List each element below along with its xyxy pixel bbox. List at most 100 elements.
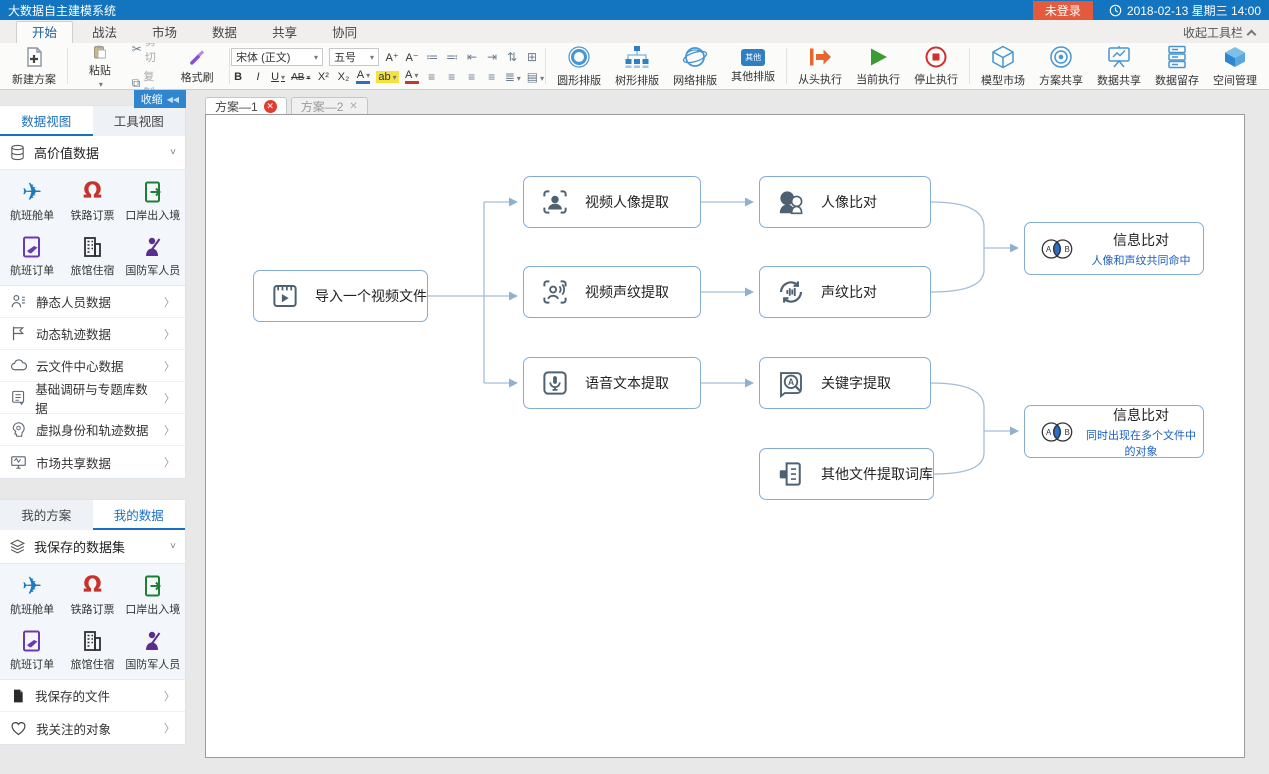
sidebar-item-followed-objects[interactable]: 我关注的对象 xyxy=(0,712,185,744)
sidebar-item-static-person-data[interactable]: 静态人员数据 xyxy=(0,286,185,318)
dataset-rail-ticket[interactable]: Ω铁路订票 xyxy=(62,572,122,617)
superscript-button[interactable]: X² xyxy=(316,71,330,83)
sidebar-item-dynamic-track-data[interactable]: 动态轨迹数据 xyxy=(0,318,185,350)
paste-button[interactable]: 粘贴 xyxy=(73,44,127,89)
outdent-icon[interactable]: ⇤ xyxy=(465,50,479,64)
dataset-border-entry[interactable]: 口岸出入境 xyxy=(123,178,183,223)
list-icon-0[interactable]: ≔ xyxy=(425,50,439,64)
venn-b-label: B xyxy=(1065,428,1070,437)
shading-icon[interactable]: ▤ xyxy=(527,70,544,84)
doc-tab-plan-1[interactable]: 方案—1 xyxy=(205,97,287,114)
dataset-hotel-stay[interactable]: 旅馆住宿 xyxy=(62,233,122,278)
dataset-military-personnel[interactable]: 国防军人员 xyxy=(123,627,183,672)
model-market-button[interactable]: 模型市场 xyxy=(975,44,1031,89)
text-effects-button[interactable]: A xyxy=(356,70,370,84)
run-from-start-button[interactable]: 从头执行 xyxy=(792,44,848,89)
tab-my-plans[interactable]: 我的方案 xyxy=(0,500,93,530)
ribbon-tab-collab[interactable]: 协同 xyxy=(316,21,373,43)
node-keyword-extract[interactable]: A 关键字提取 xyxy=(759,357,931,409)
font-size-select[interactable]: 五号 xyxy=(329,48,379,66)
sidebar-item-my-saved-files[interactable]: 我保存的文件 xyxy=(0,680,185,712)
node-video-portrait-extract[interactable]: 视频人像提取 xyxy=(523,176,701,228)
node-speech-text-extract[interactable]: 语音文本提取 xyxy=(523,357,701,409)
highlight-color-button[interactable]: ab xyxy=(376,71,398,83)
collapse-toolbar-button[interactable]: 收起工具栏 xyxy=(1183,24,1255,41)
sidebar-collapse-button[interactable]: 收缩 ◀◀ xyxy=(134,90,186,108)
format-painter-button[interactable]: 格式刷 xyxy=(170,44,224,89)
dataset-flight-manifest[interactable]: ✈航班舱单 xyxy=(2,178,62,223)
align-justify-icon[interactable]: ≡ xyxy=(485,70,499,84)
circular-layout-button[interactable]: 圆形排版 xyxy=(551,44,607,89)
tree-layout-button[interactable]: 树形排版 xyxy=(609,44,665,89)
doc-lexicon-icon xyxy=(776,459,806,489)
font-family-select[interactable]: 宋体 (正文) xyxy=(231,48,323,66)
doc-tab-plan-2[interactable]: 方案—2 xyxy=(291,97,368,114)
sort-icon[interactable]: ⇅ xyxy=(505,50,519,64)
shrink-font-button[interactable]: A⁻ xyxy=(405,51,419,64)
venn-diagram-icon: AB xyxy=(1037,234,1077,264)
node-video-voiceprint-extract[interactable]: 视频声纹提取 xyxy=(523,266,701,318)
table-icon[interactable]: ⊞ xyxy=(525,50,539,64)
dataset-flight-manifest[interactable]: ✈航班舱单 xyxy=(2,572,62,617)
data-share-button[interactable]: 数据共享 xyxy=(1091,44,1147,89)
close-icon[interactable] xyxy=(264,100,277,113)
dataset-border-entry[interactable]: 口岸出入境 xyxy=(123,572,183,617)
sidebar-item-market-shared-data[interactable]: 市场共享数据 xyxy=(0,446,185,478)
tab-data-view[interactable]: 数据视图 xyxy=(0,106,93,136)
ribbon-tab-tactics[interactable]: 战法 xyxy=(76,21,133,43)
network-layout-button[interactable]: 网络排版 xyxy=(667,44,723,89)
close-icon[interactable] xyxy=(349,101,357,112)
align-right-icon[interactable]: ≡ xyxy=(465,70,479,84)
tab-my-data[interactable]: 我的数据 xyxy=(93,500,186,530)
grow-font-button[interactable]: A⁺ xyxy=(385,51,399,64)
dataset-military-personnel[interactable]: 国防军人员 xyxy=(123,233,183,278)
node-other-files-lexicon[interactable]: 其他文件提取词库 xyxy=(759,448,934,500)
my-tabs: 我的方案 我的数据 xyxy=(0,500,185,530)
section-saved-datasets[interactable]: 我保存的数据集 xyxy=(0,530,185,564)
data-retention-button[interactable]: 数据留存 xyxy=(1149,44,1205,89)
other-layout-button[interactable]: 其他 其他排版 xyxy=(725,44,781,89)
space-mgmt-button[interactable]: 空间管理 xyxy=(1207,44,1263,89)
stop-button[interactable]: 停止执行 xyxy=(908,44,964,89)
login-status-badge[interactable]: 未登录 xyxy=(1033,1,1093,20)
dataset-flight-order[interactable]: 航班订单 xyxy=(2,233,62,278)
subscript-button[interactable]: X₂ xyxy=(336,71,350,83)
tab-tool-view[interactable]: 工具视图 xyxy=(93,106,186,136)
flow-canvas[interactable]: 导入一个视频文件 视频人像提取 视频声纹提取 语音文本提取 其他文件提取词库 人… xyxy=(205,114,1245,758)
align-center-icon[interactable]: ≡ xyxy=(445,70,459,84)
bold-button[interactable]: B xyxy=(231,71,245,83)
font-family-value: 宋体 (正文) xyxy=(236,49,290,65)
dataset-flight-order[interactable]: 航班订单 xyxy=(2,627,62,672)
flag-icon xyxy=(10,325,27,342)
dataset-rail-ticket[interactable]: Ω铁路订票 xyxy=(62,178,122,223)
underline-button[interactable]: U xyxy=(271,71,285,83)
sidebar-item-virtual-identity-data[interactable]: 虚拟身份和轨迹数据 xyxy=(0,414,185,446)
flight-order-icon xyxy=(20,627,44,654)
strikethrough-button[interactable]: AB xyxy=(291,72,310,83)
node-portrait-compare[interactable]: 人像比对 xyxy=(759,176,931,228)
ribbon-tab-start[interactable]: 开始 xyxy=(16,21,73,43)
node-subtitle: 人像和声纹共同命中 xyxy=(1085,252,1197,268)
plan-share-button[interactable]: 方案共享 xyxy=(1033,44,1089,89)
dataset-hotel-stay[interactable]: 旅馆住宿 xyxy=(62,627,122,672)
sidebar-item-cloud-file-data[interactable]: 云文件中心数据 xyxy=(0,350,185,382)
sidebar-item-survey-data[interactable]: 基础调研与专题库数据 xyxy=(0,382,185,414)
line-spacing-icon[interactable]: ≣ xyxy=(505,70,521,84)
font-color-button[interactable]: A xyxy=(405,70,419,84)
chevron-down-icon xyxy=(170,147,176,158)
list-icon-1[interactable]: ≕ xyxy=(445,50,459,64)
indent-icon[interactable]: ⇥ xyxy=(485,50,499,64)
node-info-compare-1[interactable]: AB 信息比对 人像和声纹共同命中 xyxy=(1024,222,1204,275)
node-import-video[interactable]: 导入一个视频文件 xyxy=(253,270,428,322)
keyword-search-icon: A xyxy=(776,368,806,398)
run-current-button[interactable]: 当前执行 xyxy=(850,44,906,89)
node-info-compare-2[interactable]: AB 信息比对 同时出现在多个文件中的对象 xyxy=(1024,405,1204,458)
ribbon-tab-market[interactable]: 市场 xyxy=(136,21,193,43)
ribbon-tab-data[interactable]: 数据 xyxy=(196,21,253,43)
node-voiceprint-compare[interactable]: 声纹比对 xyxy=(759,266,931,318)
align-left-icon[interactable]: ≡ xyxy=(425,70,439,84)
new-plan-button[interactable]: 新建方案 xyxy=(6,44,62,89)
ribbon-tab-share[interactable]: 共享 xyxy=(256,21,313,43)
italic-button[interactable]: I xyxy=(251,71,265,83)
section-high-value-data[interactable]: 高价值数据 xyxy=(0,136,185,170)
